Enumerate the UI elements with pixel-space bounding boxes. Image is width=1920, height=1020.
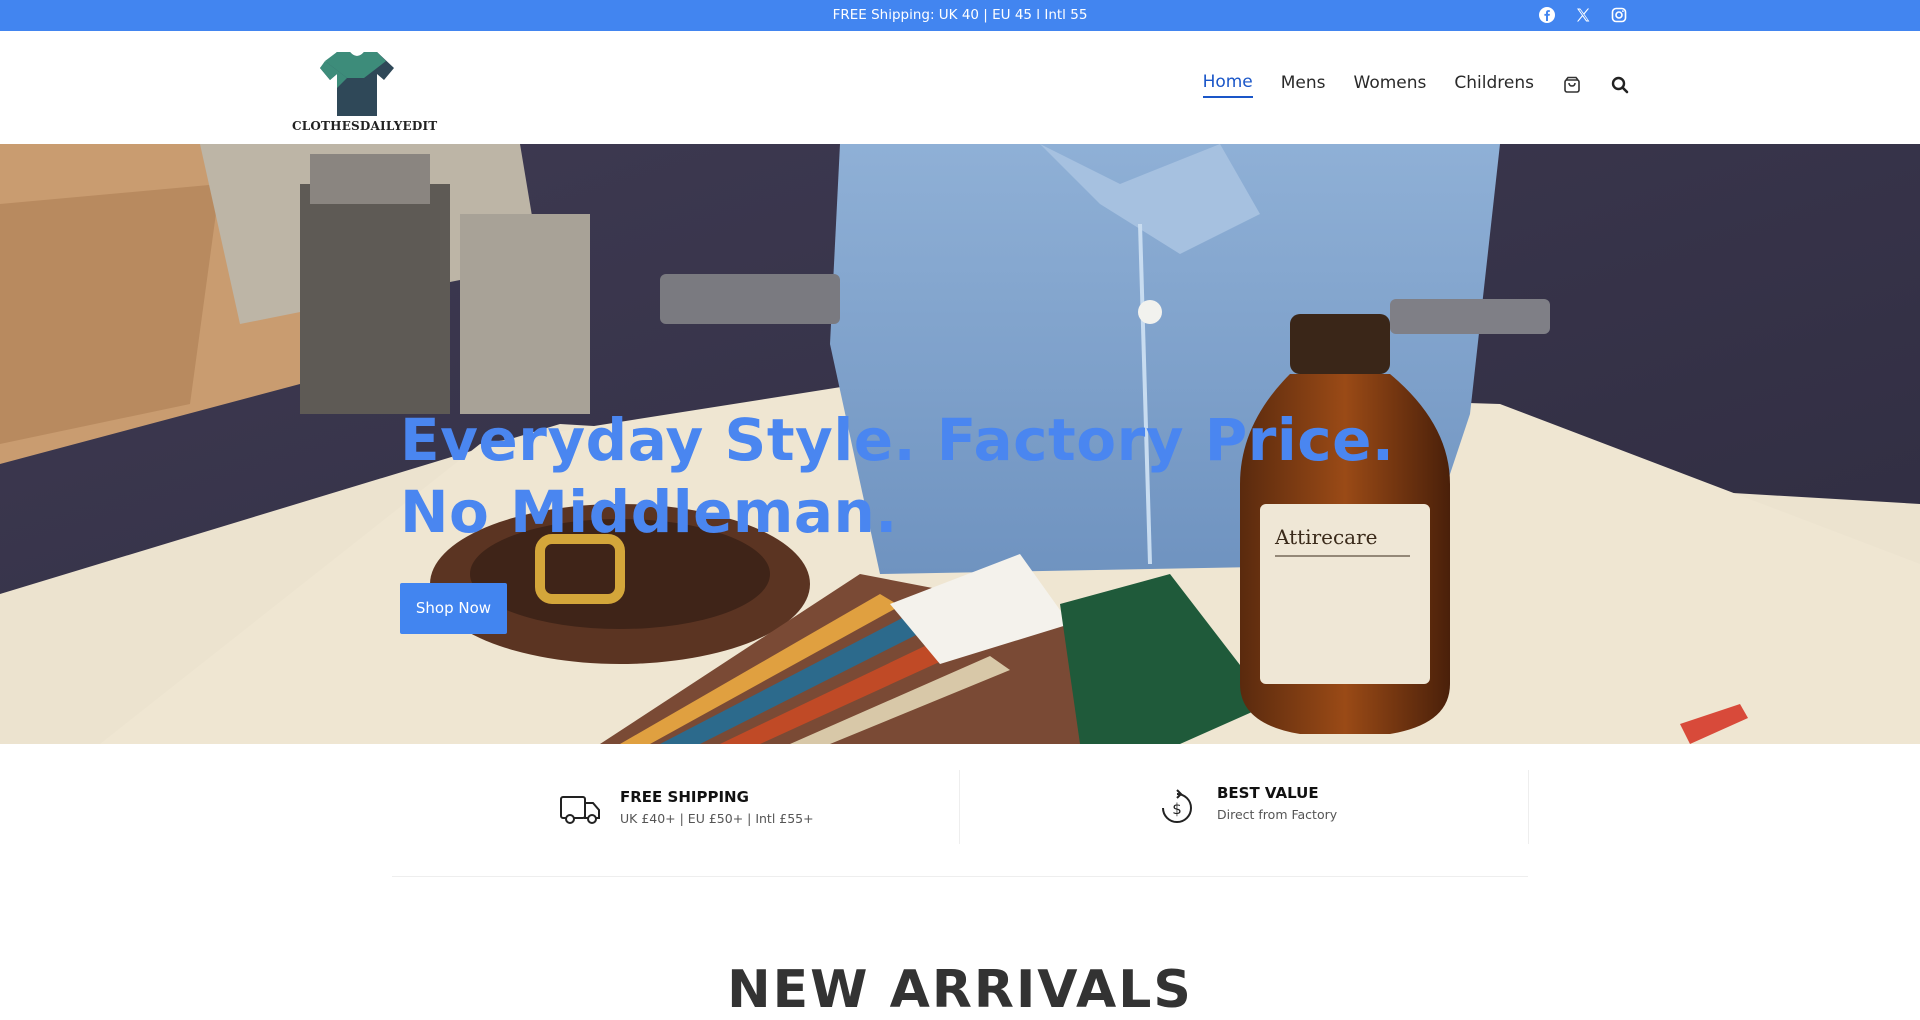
new-arrivals-heading: NEW ARRIVALS — [727, 960, 1193, 1020]
site-logo[interactable]: CLOTHESDAILYEDIT — [290, 46, 437, 136]
feature-subtitle: Direct from Factory — [1217, 807, 1338, 822]
nav-item-mens[interactable]: Mens — [1281, 73, 1326, 97]
dollar-cycle-icon: $ — [1162, 789, 1192, 823]
truck-icon — [560, 796, 600, 824]
feature-best-value: $ BEST VALUE Direct from Factory — [1155, 770, 1455, 844]
social-links — [1538, 6, 1628, 24]
cart-icon[interactable] — [1562, 75, 1582, 95]
hero-headline: Everyday Style. Factory Price. No Middle… — [400, 406, 1395, 546]
logo-wordmark: CLOTHESDAILYEDIT — [292, 119, 438, 133]
feature-title: BEST VALUE — [1217, 784, 1319, 802]
feature-title: FREE SHIPPING — [620, 788, 749, 806]
tshirt-logo-icon — [320, 52, 394, 116]
feature-divider — [959, 770, 960, 844]
announcement-bar: FREE Shipping: UK 40 | EU 45 l Intl 55 — [0, 0, 1920, 31]
feature-free-shipping: FREE SHIPPING UK £40+ | EU £50+ | Intl £… — [558, 770, 858, 844]
feature-divider — [1528, 770, 1529, 844]
search-icon[interactable] — [1610, 75, 1630, 95]
main-nav: Home Mens Womens Childrens — [1175, 72, 1630, 98]
instagram-icon[interactable] — [1610, 6, 1628, 24]
nav-item-childrens[interactable]: Childrens — [1454, 73, 1534, 97]
feature-strip: FREE SHIPPING UK £40+ | EU £50+ | Intl £… — [392, 770, 1529, 877]
nav-item-womens[interactable]: Womens — [1354, 73, 1427, 97]
feature-subtitle: UK £40+ | EU £50+ | Intl £55+ — [620, 811, 814, 826]
shop-now-button[interactable]: Shop Now — [400, 583, 507, 634]
svg-text:$: $ — [1172, 800, 1182, 818]
x-icon[interactable] — [1574, 6, 1592, 24]
shipping-message: FREE Shipping: UK 40 | EU 45 l Intl 55 — [832, 7, 1088, 23]
nav-item-home[interactable]: Home — [1202, 72, 1253, 98]
site-header: CLOTHESDAILYEDIT Home Mens Womens Childr… — [0, 31, 1920, 145]
hero-banner: Attirecare Everyday Style. Factory Price… — [0, 144, 1920, 744]
facebook-icon[interactable] — [1538, 6, 1556, 24]
